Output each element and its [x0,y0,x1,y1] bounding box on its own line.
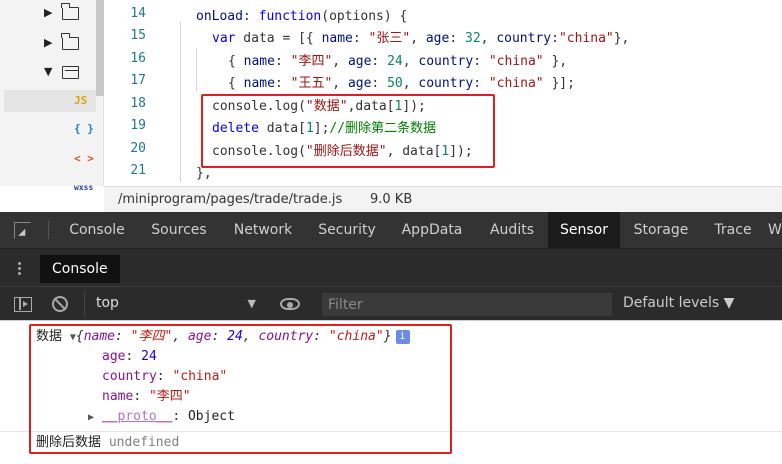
code-area[interactable]: onLoad: function(options) { var data = [… [160,0,782,186]
log-levels-dropdown[interactable]: Default levels ▼ [623,295,734,311]
tab-appdata[interactable]: AppData [390,212,474,248]
tab-sensor[interactable]: Sensor [548,212,620,248]
line-number-gutter: 14 15 16 17 18 19 20 21 22 [104,0,150,186]
chevron-right-icon[interactable]: ▶ [44,36,52,49]
context-value: top [96,295,119,311]
folder-icon [61,3,79,20]
line-number: 20 [130,141,146,156]
json-file-icon: { } [74,122,94,135]
tree-folder-row-expanded[interactable]: ▼ [0,61,96,83]
open-folder-icon [62,66,79,79]
devtools-tab-bar: Console Sources Network Security AppData… [0,212,782,248]
inspect-element-icon[interactable] [14,222,31,239]
line-number: 16 [130,51,146,66]
line-number: 19 [130,118,146,133]
tree-file-js[interactable]: JS [4,90,96,112]
tab-sources[interactable]: Sources [140,212,218,248]
code-line-16: { name: "李四", age: 24, country: "china" … [228,54,568,69]
tree-file-wxml[interactable]: < > [0,148,96,170]
file-tree: ▶ ▶ ▼ JS { } < > wxss [0,0,104,192]
wxml-file-icon: < > [74,152,94,165]
line-number: 18 [130,96,146,111]
highlight-box-code [201,94,495,168]
tab-security[interactable]: Security [308,212,386,248]
eye-icon[interactable] [280,298,300,310]
tab-audits[interactable]: Audits [478,212,546,248]
more-menu-icon[interactable] [18,262,21,276]
line-number: 21 [130,163,146,178]
highlight-box-console [29,324,452,454]
filter-input[interactable] [322,293,612,316]
tab-storage[interactable]: Storage [624,212,698,248]
tree-scrollbar[interactable] [96,0,104,96]
tab-network[interactable]: Network [222,212,304,248]
js-file-icon: JS [74,94,88,107]
tree-file-wxss[interactable]: wxss [0,177,96,199]
file-size: 9.0 KB [370,192,413,207]
tree-file-json[interactable]: { } [0,118,96,140]
file-path: /miniprogram/pages/trade/trade.js [118,192,343,207]
line-number: 17 [130,73,146,88]
tab-overflow[interactable]: W [768,212,782,248]
drawer-tab-bar: Console [0,248,782,286]
drawer-tab-console[interactable]: Console [40,255,120,283]
show-sidebar-icon[interactable] [14,297,32,312]
console-output: 数据 ▼{name: "李四", age: 24, country: "chin… [0,320,782,464]
code-line-17: { name: "王五", age: 50, country: "china" … [228,76,575,91]
line-number: 14 [130,6,146,21]
clear-console-icon[interactable] [52,296,68,312]
console-toolbar: top ▼ Default levels ▼ [0,286,782,320]
code-line-14: onLoad: function(options) { [196,9,408,24]
line-number: 15 [130,28,146,43]
chevron-right-icon[interactable]: ▶ [44,6,52,19]
indent-guide [180,22,181,182]
editor-status-bar: /miniprogram/pages/trade/trade.js 9.0 KB [104,186,782,212]
wxss-file-icon: wxss [74,183,94,192]
tree-folder-row[interactable]: ▶ [0,2,96,24]
caret-down-icon: ▼ [247,297,256,310]
divider [48,221,49,239]
chevron-down-icon[interactable]: ▼ [44,65,52,78]
code-editor: ▶ ▶ ▼ JS { } < > wxss 14 15 16 17 18 19 [0,0,782,212]
devtools-panel: Console Sources Network Security AppData… [0,212,782,464]
context-select[interactable]: top ▼ [84,291,262,317]
tree-folder-row[interactable]: ▶ [0,32,96,54]
indent-guide [196,48,197,92]
tab-trace[interactable]: Trace [702,212,764,248]
folder-icon [61,33,79,50]
tab-console[interactable]: Console [56,212,138,248]
code-line-15: var data = [{ name: "张三", age: 32, count… [212,31,630,46]
